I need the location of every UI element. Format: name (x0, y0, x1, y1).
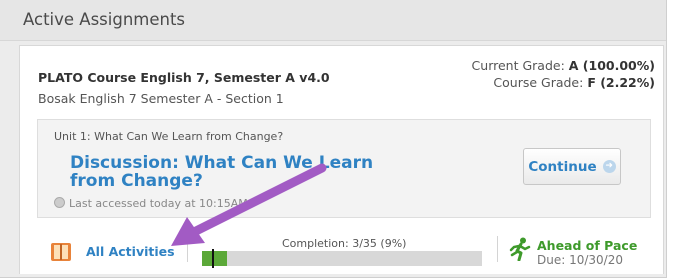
last-accessed: Last accessed today at 10:15AM (54, 197, 248, 210)
divider (187, 236, 188, 262)
panel-title: Active Assignments (23, 10, 186, 29)
current-grade-label: Current Grade: (471, 58, 565, 73)
clock-icon (54, 197, 65, 208)
last-accessed-text: Last accessed today at 10:15AM (69, 197, 248, 210)
activity-title-link[interactable]: Discussion: What Can We Learn from Chang… (70, 154, 420, 190)
runner-icon (509, 237, 531, 261)
all-activities-link[interactable]: All Activities (86, 244, 175, 259)
completion-progress-bar (202, 249, 482, 268)
course-section: Bosak English 7 Semester A - Section 1 (38, 91, 284, 106)
course-card: PLATO Course English 7, Semester A v4.0 … (19, 45, 664, 274)
current-grade: Current Grade: A (100.00%) (472, 57, 655, 74)
course-grade: Course Grade: F (2.22%) (472, 74, 655, 91)
pace-status: Ahead of Pace (537, 238, 638, 253)
unit-label: Unit 1: What Can We Learn from Change? (54, 130, 284, 143)
completion-label: Completion: 3/35 (9%) (282, 237, 407, 250)
panel-header: Active Assignments (0, 0, 666, 41)
grades-block: Current Grade: A (100.00%) Course Grade:… (472, 57, 655, 91)
completion-progress-fill (202, 251, 228, 266)
continue-label: Continue (528, 158, 597, 175)
pace-marker (212, 249, 214, 268)
current-activity-box: Unit 1: What Can We Learn from Change? D… (37, 119, 651, 218)
continue-button[interactable]: Continue ➜ (523, 148, 621, 185)
divider (497, 236, 498, 262)
course-grade-value: F (2.22%) (587, 75, 655, 90)
current-grade-value: A (100.00%) (568, 58, 655, 73)
arrow-right-circle-icon: ➜ (602, 160, 616, 173)
book-icon (51, 243, 71, 261)
course-grade-label: Course Grade: (493, 75, 584, 90)
course-name: PLATO Course English 7, Semester A v4.0 (38, 70, 330, 85)
active-assignments-panel: Active Assignments PLATO Course English … (0, 0, 667, 278)
due-date: Due: 10/30/20 (537, 253, 623, 267)
